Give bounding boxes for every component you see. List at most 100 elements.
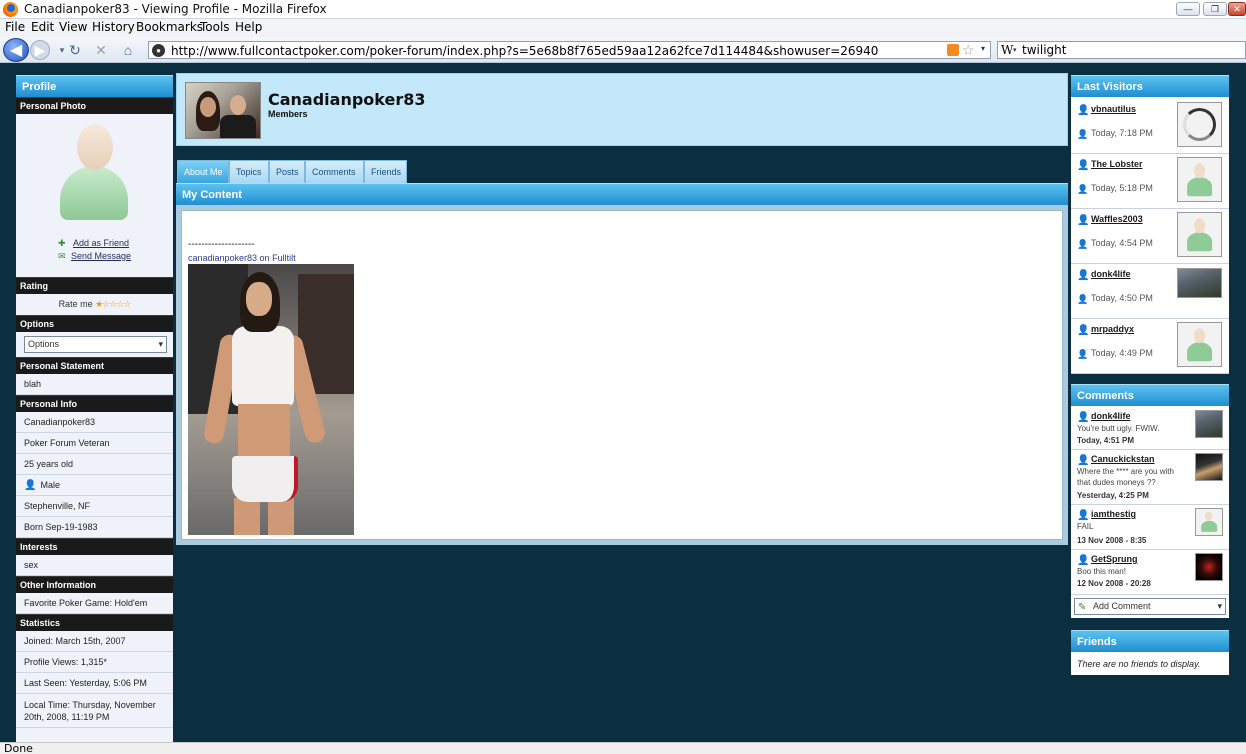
visitor-name[interactable]: mrpaddyx — [1091, 324, 1134, 334]
comment-date: 12 Nov 2008 - 20:28 — [1077, 579, 1151, 588]
my-content-body: -------------------- canadianpoker83 on … — [181, 210, 1063, 540]
options-row: Options — [16, 332, 173, 357]
menu-bar: File Edit View History Bookmarks Tools H… — [0, 19, 1246, 37]
comment-text: Where the **** are you with that dudes m… — [1077, 467, 1174, 487]
menu-edit[interactable]: Edit — [31, 20, 54, 34]
comment-text: You're butt ugly. FWIW. — [1077, 424, 1160, 433]
comment-item: 👤 donk4life You're butt ugly. FWIW. Toda… — [1071, 408, 1229, 450]
menu-file[interactable]: File — [5, 20, 25, 34]
statistics-header: Statistics — [16, 614, 173, 631]
rss-feed-icon[interactable] — [947, 44, 959, 56]
visitor-time: Today, 5:18 PM — [1091, 183, 1153, 193]
close-window-button[interactable]: ✕ — [1228, 2, 1246, 16]
comment-text: FAIL — [1077, 522, 1094, 531]
user-icon: 👤 — [1077, 455, 1090, 466]
window-titlebar: Canadianpoker83 - Viewing Profile - Mozi… — [0, 0, 1246, 19]
forward-button[interactable]: ▶ — [30, 40, 50, 60]
url-dropdown-icon[interactable]: ▾ — [981, 44, 985, 53]
url-text[interactable]: http://www.fullcontactpoker.com/poker-fo… — [171, 44, 878, 58]
stat-local-time: Local Time: Thursday, November 20th, 200… — [16, 694, 173, 728]
reload-icon[interactable]: ↻ — [65, 40, 85, 60]
visitor-avatar[interactable] — [1177, 157, 1222, 202]
comment-avatar[interactable] — [1195, 410, 1223, 438]
stat-last-seen: Last Seen: Yesterday, 5:06 PM — [16, 673, 173, 694]
menu-view[interactable]: View — [59, 20, 87, 34]
stat-profile-views: Profile Views: 1,315* — [16, 652, 173, 673]
info-location: Stephenville, NF — [16, 496, 173, 517]
send-message-link[interactable]: Send Message — [71, 251, 131, 261]
home-icon[interactable]: ⌂ — [118, 40, 138, 60]
search-box[interactable]: W ▾ — [997, 41, 1246, 59]
no-friends-message: There are no friends to display. — [1077, 659, 1201, 669]
add-comment-icon: ✎ — [1078, 602, 1087, 613]
add-comment-label: Add Comment — [1093, 601, 1151, 611]
add-comment-dropdown[interactable]: ✎ Add Comment — [1074, 598, 1226, 615]
clock-user-icon: 👤 — [1077, 239, 1089, 249]
comment-author[interactable]: iamthestig — [1091, 509, 1136, 519]
comment-avatar[interactable] — [1195, 553, 1223, 581]
tab-topics[interactable]: Topics — [229, 160, 269, 183]
user-icon: 👤 — [1077, 412, 1090, 423]
menu-bookmarks[interactable]: Bookmarks — [136, 20, 203, 34]
comment-date: Yesterday, 4:25 PM — [1077, 491, 1149, 500]
profile-group: Members — [268, 109, 308, 119]
comment-item: 👤 GetSprung Boo this man! 12 Nov 2008 - … — [1071, 551, 1229, 595]
send-message-icon: ✉ — [58, 251, 66, 261]
visitor-name[interactable]: vbnautilus — [1091, 104, 1136, 114]
info-age: 25 years old — [16, 454, 173, 475]
search-input[interactable] — [1022, 43, 1242, 57]
menu-history[interactable]: History — [92, 20, 135, 34]
back-button[interactable]: ◀ — [3, 38, 29, 62]
options-header: Options — [16, 315, 173, 332]
visitor-name[interactable]: Waffles2003 — [1091, 214, 1143, 224]
search-engine-dropdown-icon[interactable]: ▾ — [1013, 46, 1017, 54]
navigation-toolbar: ◀ ▶ ▾ ↻ ✕ ⌂ ● http://www.fullcontactpoke… — [0, 37, 1246, 63]
rating-stars[interactable]: ★☆☆☆☆ — [95, 299, 131, 309]
profile-header: Profile — [16, 75, 173, 97]
visitor-avatar[interactable] — [1177, 212, 1222, 257]
minimize-button[interactable]: — — [1176, 2, 1200, 16]
add-friend-icon: ✚ — [58, 238, 66, 248]
tab-friends[interactable]: Friends — [364, 160, 407, 183]
comments-header: Comments — [1071, 384, 1229, 406]
info-gender-row: 👤 Male — [16, 475, 173, 496]
comment-avatar[interactable] — [1195, 453, 1223, 481]
visitor-item: 👤 Waffles2003 👤 Today, 4:54 PM — [1071, 209, 1229, 264]
personal-statement: blah — [16, 374, 173, 395]
user-icon: 👤 — [1077, 325, 1090, 336]
stop-icon[interactable]: ✕ — [91, 40, 111, 60]
comment-author[interactable]: donk4life — [1091, 411, 1131, 421]
add-as-friend-link[interactable]: Add as Friend — [73, 238, 129, 248]
bookmark-star-icon[interactable]: ☆ — [962, 42, 975, 59]
comment-date: 13 Nov 2008 - 8:35 — [1077, 536, 1147, 545]
wikipedia-engine-icon[interactable]: W — [1001, 43, 1013, 57]
male-icon: 👤 — [24, 480, 37, 491]
comment-author[interactable]: GetSprung — [1091, 554, 1138, 564]
favorite-game: Favorite Poker Game: Hold'em — [16, 593, 173, 614]
tab-about-me[interactable]: About Me — [177, 160, 229, 183]
visitor-name[interactable]: The Lobster — [1091, 159, 1143, 169]
profile-sidebar: Profile Personal Photo ✚ Add as Friend ✉… — [16, 75, 173, 742]
visitor-item: 👤 vbnautilus 👤 Today, 7:18 PM — [1071, 99, 1229, 154]
comment-avatar[interactable] — [1195, 508, 1223, 536]
menu-tools[interactable]: Tools — [200, 20, 230, 34]
visitor-avatar[interactable] — [1177, 102, 1222, 147]
visitor-avatar[interactable] — [1177, 268, 1222, 298]
maximize-button[interactable]: ❐ — [1203, 2, 1227, 16]
visitor-avatar[interactable] — [1177, 322, 1222, 367]
visitor-item: 👤 mrpaddyx 👤 Today, 4:49 PM — [1071, 319, 1229, 374]
default-avatar-icon — [60, 124, 128, 222]
status-text: Done — [4, 742, 33, 754]
user-icon: 👤 — [1077, 510, 1090, 521]
tab-comments[interactable]: Comments — [305, 160, 364, 183]
tab-posts[interactable]: Posts — [269, 160, 305, 183]
options-select[interactable]: Options — [24, 336, 167, 353]
visitor-name[interactable]: donk4life — [1091, 269, 1131, 279]
address-bar[interactable]: ● http://www.fullcontactpoker.com/poker-… — [148, 41, 991, 59]
menu-help[interactable]: Help — [235, 20, 262, 34]
comment-author[interactable]: Canuckickstan — [1091, 454, 1155, 464]
site-favicon-icon: ● — [152, 44, 165, 57]
clock-user-icon: 👤 — [1077, 184, 1089, 194]
window-title: Canadianpoker83 - Viewing Profile - Mozi… — [24, 2, 327, 16]
fulltilt-link[interactable]: canadianpoker83 on Fulltilt — [188, 253, 296, 263]
